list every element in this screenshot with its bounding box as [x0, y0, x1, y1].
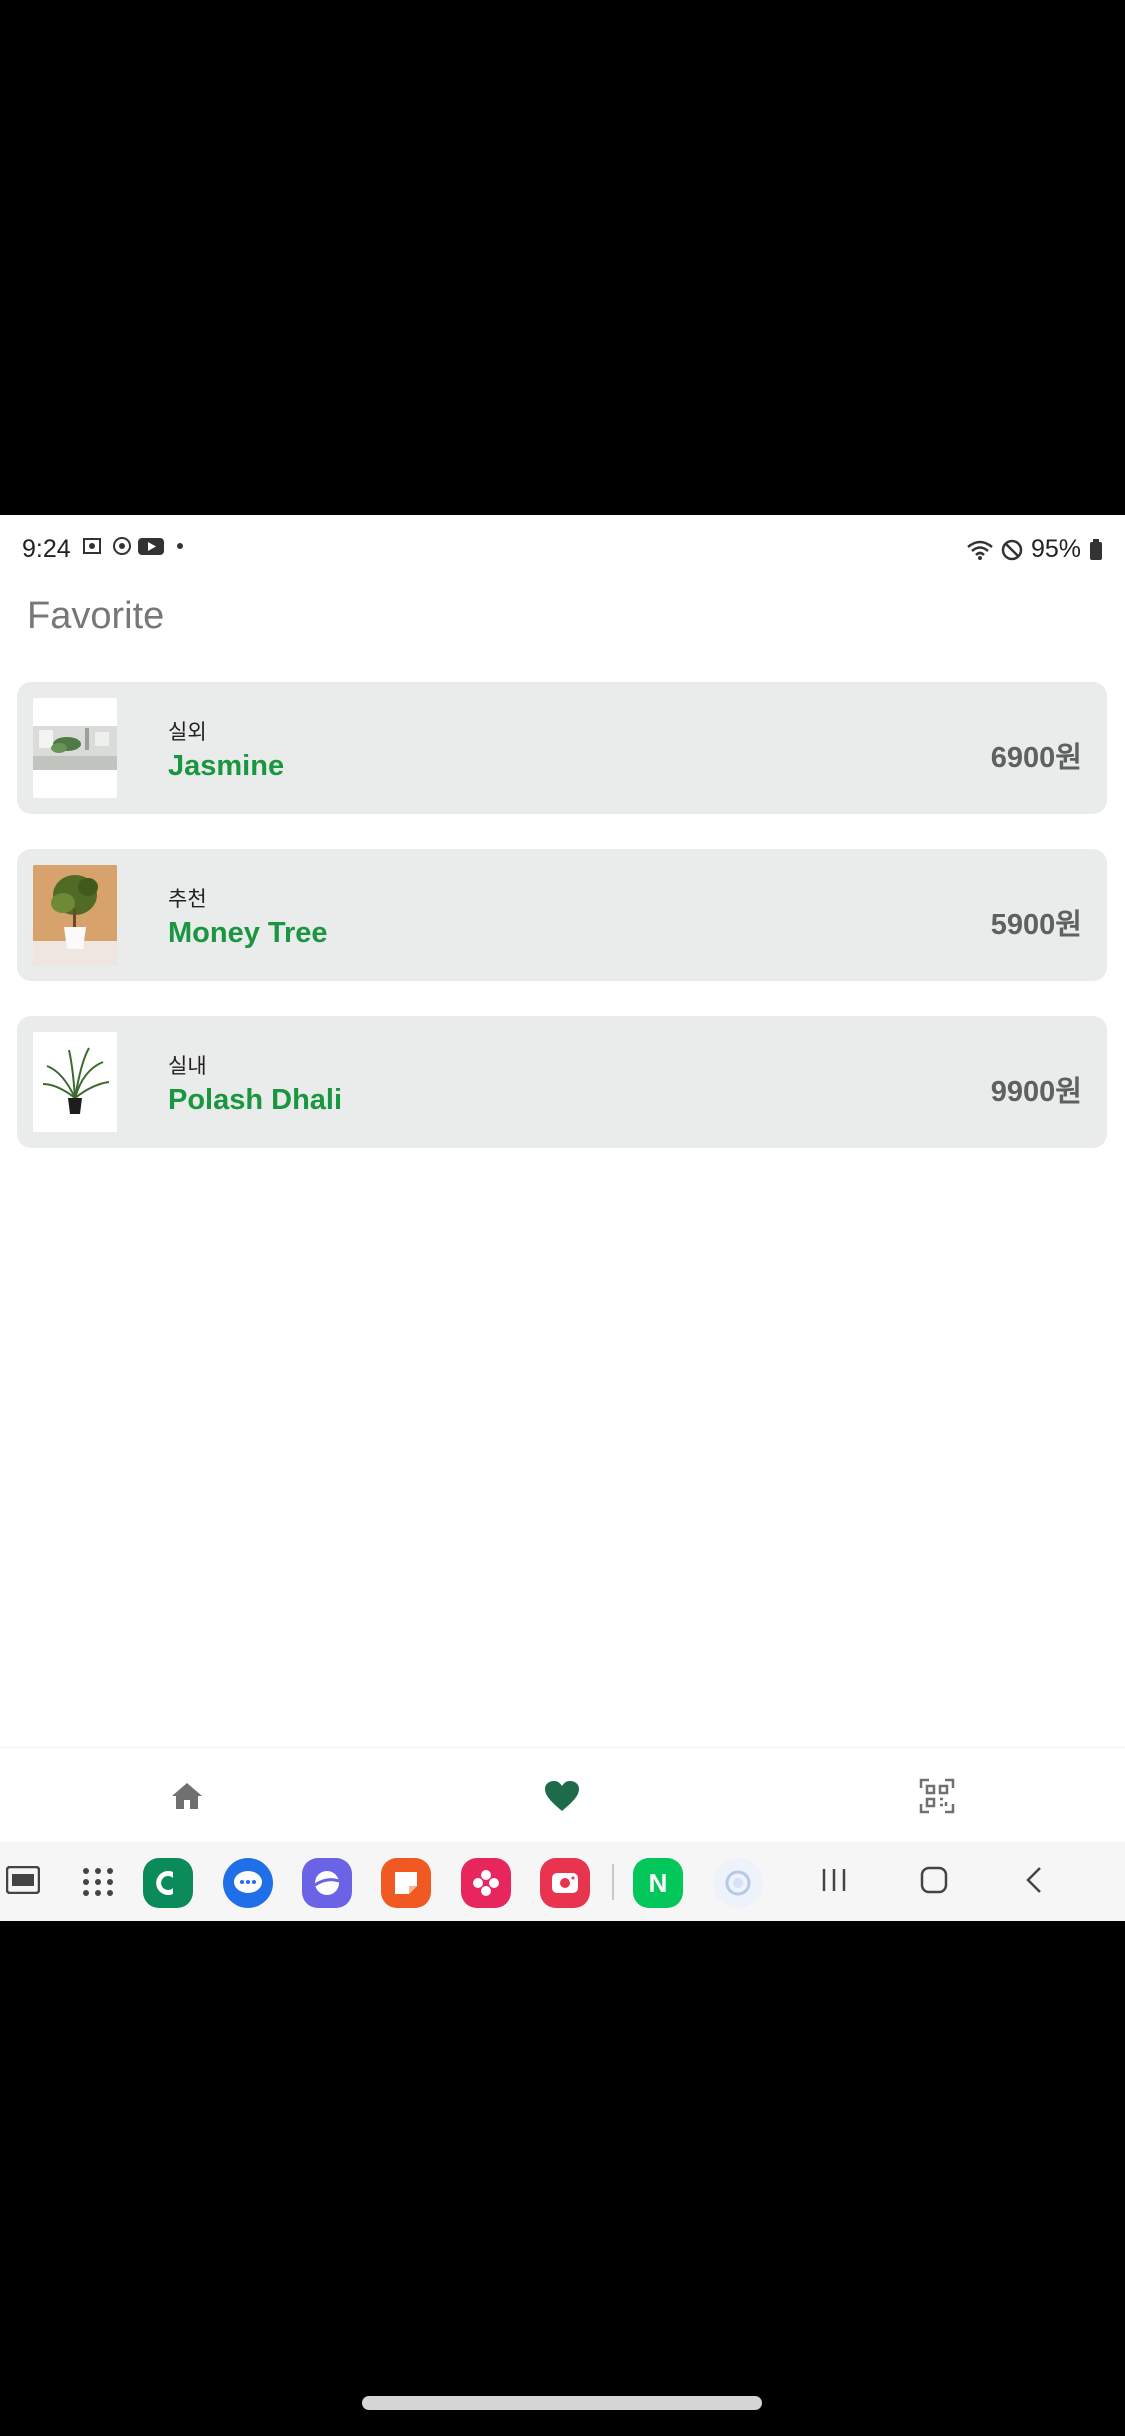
recents-button-icon[interactable] [820, 1866, 848, 1899]
naver-letter: N [648, 1867, 668, 1898]
messages-app-icon[interactable] [223, 1858, 273, 1908]
battery-icon [1090, 538, 1102, 560]
recent-window-icon[interactable] [5, 1865, 41, 1899]
gesture-handle[interactable] [362, 2396, 762, 2410]
do-not-disturb-icon [1001, 539, 1023, 560]
home-button-icon[interactable] [920, 1866, 948, 1899]
taskbar-divider [612, 1864, 614, 1900]
item-name: Money Tree [168, 917, 328, 949]
app-drawer-icon[interactable] [82, 1867, 114, 1902]
qr-scan-icon[interactable] [913, 1772, 961, 1820]
item-price: 5900원 [990, 909, 1082, 941]
status-bar: 9:24 95% [0, 515, 1125, 581]
internet-app-icon[interactable] [302, 1858, 352, 1908]
item-category: 추천 [168, 888, 207, 911]
bottom-navigation [0, 1747, 1125, 1843]
status-time: 9:24 [22, 535, 71, 563]
status-right: 95% [967, 535, 1103, 564]
app-screen: 9:24 95% Favorite 실외 Jasmine 6900원 추천 Mo… [0, 515, 1125, 1921]
favorite-item-money-tree[interactable]: 추천 Money Tree 5900원 [17, 849, 1107, 981]
wifi-icon [967, 540, 993, 560]
status-notification-icons [82, 535, 192, 563]
item-category: 실내 [168, 1055, 207, 1078]
naver-app-icon[interactable]: N [633, 1858, 683, 1908]
gallery-app-icon[interactable] [461, 1858, 511, 1908]
favorite-item-jasmine[interactable]: 실외 Jasmine 6900원 [17, 682, 1107, 814]
item-price: 6900원 [990, 742, 1082, 774]
plant-thumbnail [33, 865, 117, 965]
favorite-item-polash-dhali[interactable]: 실내 Polash Dhali 9900원 [17, 1016, 1107, 1148]
back-button-icon[interactable] [1024, 1866, 1044, 1899]
assistant-app-icon[interactable] [713, 1858, 763, 1908]
page-title: Favorite [27, 595, 165, 637]
memo-app-icon[interactable] [381, 1858, 431, 1908]
phone-app-icon[interactable] [143, 1858, 193, 1908]
battery-percent: 95% [1030, 535, 1081, 563]
item-price: 9900원 [990, 1076, 1082, 1108]
plant-thumbnail [33, 1032, 117, 1132]
item-name: Polash Dhali [168, 1084, 343, 1116]
system-taskbar: N [0, 1842, 1125, 1921]
item-category: 실외 [168, 721, 207, 744]
heart-icon[interactable] [538, 1772, 586, 1820]
home-icon[interactable] [163, 1772, 211, 1820]
plant-thumbnail [33, 698, 117, 798]
item-name: Jasmine [168, 750, 285, 782]
camera-app-icon[interactable] [540, 1858, 590, 1908]
